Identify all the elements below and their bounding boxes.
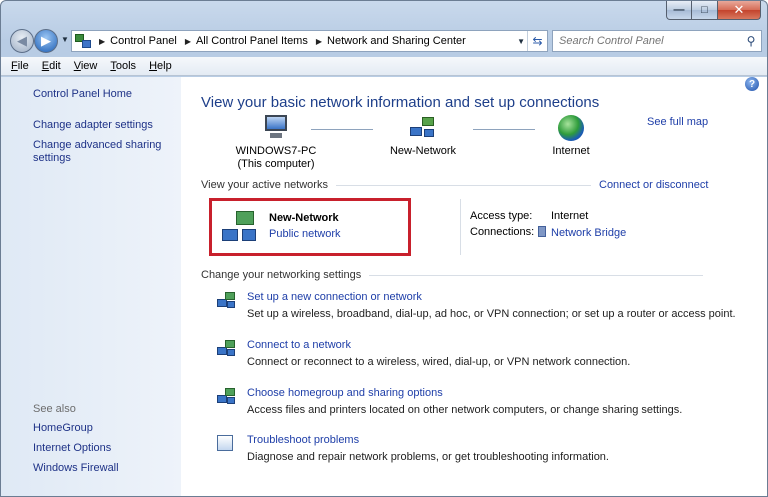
sidebar-control-panel-home[interactable]: Control Panel Home	[33, 88, 173, 101]
troubleshoot-icon	[217, 435, 233, 451]
map-network[interactable]: New-Network	[381, 115, 465, 158]
connect-network-icon	[217, 340, 237, 358]
search-box[interactable]: ⚲	[552, 30, 762, 52]
control-panel-icon	[75, 34, 91, 48]
active-network-highlight: New-Network Public network	[209, 198, 411, 256]
internet-label: Internet	[552, 145, 590, 157]
computer-subtitle: (This computer)	[237, 158, 315, 170]
address-bar[interactable]: ▶ Control Panel ▶ All Control Panel Item…	[71, 30, 548, 52]
setup-connection-icon	[217, 292, 237, 310]
homegroup-link[interactable]: Choose homegroup and sharing options	[247, 387, 443, 399]
troubleshoot-link[interactable]: Troubleshoot problems	[247, 434, 359, 446]
maximize-button[interactable]: □	[692, 1, 718, 20]
computer-icon	[261, 115, 291, 141]
back-button[interactable]: ◀	[10, 29, 34, 53]
map-connector	[473, 129, 535, 130]
network-adapter-icon	[538, 226, 546, 237]
main-panel: ? View your basic network information an…	[181, 77, 767, 496]
map-connector	[311, 129, 373, 130]
active-networks-title: View your active networks	[201, 179, 328, 191]
see-also-label: See also	[33, 403, 76, 415]
search-input[interactable]	[553, 35, 741, 47]
caption-buttons: — □ ✕	[666, 1, 761, 21]
search-icon[interactable]: ⚲	[741, 34, 761, 48]
network-icon	[222, 207, 258, 247]
divider	[460, 199, 461, 255]
menu-file[interactable]: File	[11, 60, 29, 72]
chevron-right-icon[interactable]: ▶	[316, 37, 322, 46]
menu-help[interactable]: Help	[149, 60, 172, 72]
menu-view[interactable]: View	[74, 60, 98, 72]
access-type-value: Internet	[551, 210, 589, 222]
forward-button[interactable]: ▶	[34, 29, 58, 53]
refresh-icon[interactable]: ⇆	[527, 31, 547, 51]
recent-pages-dropdown[interactable]: ▼	[61, 35, 69, 44]
menu-bar: File Edit View Tools Help	[1, 57, 767, 76]
homegroup-desc: Access files and printers located on oth…	[247, 404, 683, 416]
arrow-left-icon: ◀	[17, 33, 27, 48]
connect-network-link[interactable]: Connect to a network	[247, 339, 351, 351]
chevron-right-icon[interactable]: ▶	[185, 37, 191, 46]
minimize-button[interactable]: —	[666, 1, 692, 20]
sidebar-change-advanced-sharing[interactable]: Change advanced sharing settings	[33, 139, 173, 165]
chevron-right-icon[interactable]: ▶	[99, 37, 105, 46]
help-icon[interactable]: ?	[745, 77, 759, 91]
setup-connection-link[interactable]: Set up a new connection or network	[247, 291, 422, 303]
explorer-window: — □ ✕ ◀ ▶ ▼ ▶ Control Panel ▶ All Contro…	[0, 0, 768, 497]
connect-disconnect-link[interactable]: Connect or disconnect	[599, 179, 708, 191]
globe-icon	[558, 115, 584, 141]
homegroup-icon	[217, 388, 237, 406]
connections-label: Connections:	[470, 226, 535, 238]
arrow-right-icon: ▶	[41, 33, 51, 48]
map-internet[interactable]: Internet	[539, 115, 603, 158]
sidebar-windows-firewall[interactable]: Windows Firewall	[33, 462, 173, 475]
breadcrumb-all-items[interactable]: All Control Panel Items	[196, 35, 308, 47]
sidebar-internet-options[interactable]: Internet Options	[33, 442, 173, 455]
see-full-map-link[interactable]: See full map	[647, 116, 708, 128]
setup-connection-desc: Set up a wireless, broadband, dial-up, a…	[247, 308, 736, 320]
content-area: Control Panel Home Change adapter settin…	[1, 77, 767, 496]
access-type-label: Access type:	[470, 210, 533, 222]
network-type-link[interactable]: Public network	[269, 228, 341, 240]
sidebar-change-adapter-settings[interactable]: Change adapter settings	[33, 119, 173, 132]
close-button[interactable]: ✕	[718, 1, 761, 20]
network-bridge-link[interactable]: Network Bridge	[538, 226, 626, 239]
network-bridge-label: Network Bridge	[551, 227, 627, 239]
sidebar-homegroup[interactable]: HomeGroup	[33, 422, 173, 435]
breadcrumb-control-panel[interactable]: Control Panel	[110, 35, 177, 47]
menu-tools[interactable]: Tools	[110, 60, 136, 72]
sidebar: Control Panel Home Change adapter settin…	[1, 77, 181, 496]
network-icon	[408, 115, 438, 141]
divider	[335, 184, 591, 186]
divider	[369, 274, 703, 276]
connect-network-desc: Connect or reconnect to a wireless, wire…	[247, 356, 631, 368]
menu-edit[interactable]: Edit	[42, 60, 61, 72]
page-title: View your basic network information and …	[201, 94, 600, 111]
networking-settings-title: Change your networking settings	[201, 269, 362, 281]
networking-settings-heading: Change your networking settings	[201, 269, 703, 281]
network-name: New-Network	[389, 145, 456, 157]
active-networks-heading: View your active networks	[201, 179, 591, 191]
navigation-row: ◀ ▶ ▼ ▶ Control Panel ▶ All Control Pane…	[1, 28, 767, 56]
troubleshoot-desc: Diagnose and repair network problems, or…	[247, 451, 609, 463]
breadcrumb-network-sharing[interactable]: Network and Sharing Center	[327, 35, 466, 47]
address-dropdown-icon[interactable]: ▼	[517, 37, 525, 46]
computer-name: WINDOWS7-PC	[235, 145, 317, 157]
active-network-name: New-Network	[269, 212, 339, 224]
map-computer[interactable]: WINDOWS7-PC (This computer)	[231, 115, 321, 171]
